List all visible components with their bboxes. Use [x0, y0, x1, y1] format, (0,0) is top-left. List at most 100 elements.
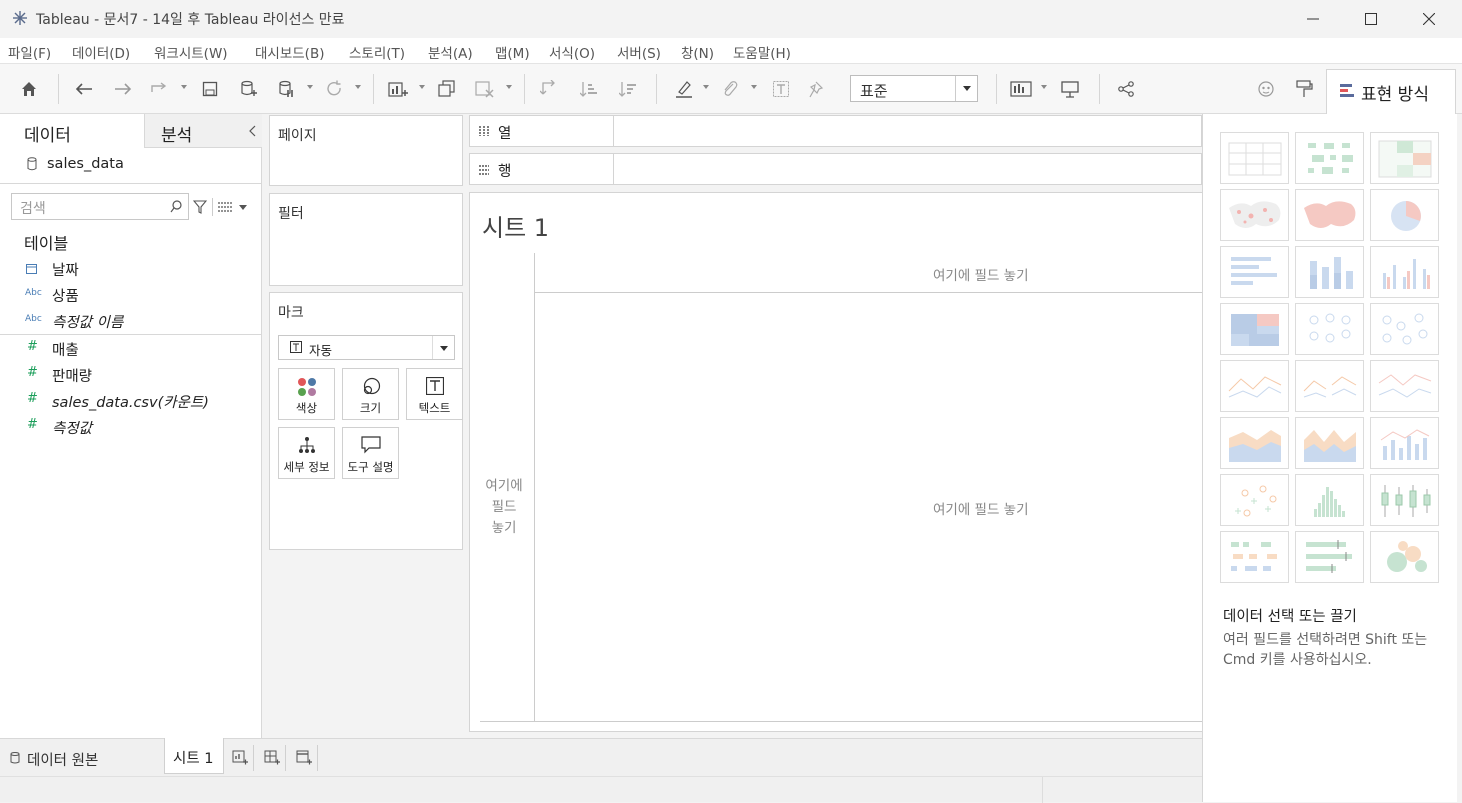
chart-area-discrete[interactable] — [1295, 417, 1364, 469]
drop-field-rows[interactable]: 여기에 필드 놓기 — [478, 476, 530, 539]
drop-field-center[interactable]: 여기에 필드 놓기 — [933, 498, 1029, 518]
rows-shelf[interactable]: 행 — [469, 153, 1202, 185]
field-count[interactable]: # sales_data.csv(카운트) — [0, 388, 262, 414]
chart-histogram[interactable] — [1295, 474, 1364, 526]
number-type-icon: # — [27, 339, 38, 354]
chart-heat-map[interactable] — [1295, 132, 1364, 184]
presentation-mode-button[interactable] — [1057, 77, 1083, 101]
menu-help[interactable]: 도움말(H) — [733, 42, 791, 62]
sheet-title[interactable]: 시트 1 — [482, 208, 549, 243]
group-members-button[interactable] — [717, 77, 743, 101]
mark-type-select[interactable]: 자동 — [278, 335, 455, 360]
refresh-button[interactable] — [321, 77, 347, 101]
minimize-button[interactable] — [1284, 0, 1342, 38]
chart-gantt[interactable] — [1220, 531, 1289, 583]
chart-circle-views[interactable] — [1295, 303, 1364, 355]
home-button[interactable] — [16, 77, 42, 101]
tab-analytics[interactable]: 분석 — [144, 114, 262, 148]
chart-treemap[interactable] — [1220, 303, 1289, 355]
chart-dual-combination[interactable] — [1370, 417, 1439, 469]
chart-area-continuous[interactable] — [1220, 417, 1289, 469]
field-sales[interactable]: # 매출 — [0, 336, 262, 362]
datasource-row[interactable]: sales_data — [0, 148, 262, 184]
menu-format[interactable]: 서식(O) — [549, 42, 595, 62]
chart-box-whisker[interactable] — [1370, 474, 1439, 526]
menu-window[interactable]: 창(N) — [681, 42, 714, 62]
swap-button[interactable] — [536, 77, 562, 101]
columns-shelf[interactable]: 열 — [469, 115, 1202, 147]
chart-highlight-table[interactable] — [1370, 132, 1439, 184]
sort-descending-button[interactable] — [615, 77, 641, 101]
new-worksheet-button[interactable] — [385, 77, 411, 101]
show-me-tab[interactable]: 표현 방식 — [1326, 69, 1456, 114]
clear-sheet-button[interactable] — [472, 77, 498, 101]
chart-scatter[interactable] — [1220, 474, 1289, 526]
menu-analysis[interactable]: 분석(A) — [428, 42, 473, 62]
close-button[interactable] — [1400, 0, 1458, 38]
menu-server[interactable]: 서버(S) — [617, 42, 661, 62]
tab-data[interactable]: 데이터 — [0, 114, 144, 148]
new-dashboard-tab-button[interactable] — [258, 745, 286, 771]
chart-pie[interactable] — [1370, 189, 1439, 241]
fit-select[interactable]: 표준 — [850, 75, 978, 102]
pages-card[interactable]: 페이지 — [269, 115, 463, 186]
ask-data-button[interactable] — [1253, 77, 1279, 101]
view-list-icon[interactable] — [218, 202, 232, 212]
title-bar: Tableau - 문서7 - 14일 후 Tableau 라이선스 만료 — [0, 0, 1462, 38]
menu-map[interactable]: 맵(M) — [495, 42, 530, 62]
size-button[interactable]: 크기 — [342, 368, 399, 420]
chart-dual-lines[interactable] — [1370, 360, 1439, 412]
filters-card[interactable]: 필터 — [269, 193, 463, 286]
chart-packed-bubbles[interactable] — [1370, 531, 1439, 583]
filter-icon[interactable] — [193, 200, 207, 214]
field-measure-values[interactable]: # 측정값 — [0, 414, 262, 440]
maximize-button[interactable] — [1342, 0, 1400, 38]
sort-ascending-button[interactable] — [576, 77, 602, 101]
drop-field-columns[interactable]: 여기에 필드 놓기 — [933, 264, 1029, 284]
field-product[interactable]: Abc 상품 — [0, 282, 262, 308]
search-input[interactable]: 검색 — [11, 193, 189, 220]
save-button[interactable] — [197, 77, 223, 101]
color-button[interactable]: 색상 — [278, 368, 335, 420]
new-story-tab-button[interactable] — [290, 745, 318, 771]
show-cards-button[interactable] — [1008, 77, 1034, 101]
string-type-icon: Abc — [25, 314, 42, 324]
redo-button[interactable] — [110, 77, 136, 101]
chevron-down-icon[interactable] — [239, 205, 247, 210]
chart-text-table[interactable] — [1220, 132, 1289, 184]
chart-side-by-side-bars[interactable] — [1370, 246, 1439, 298]
sheet-tab[interactable]: 시트 1 — [164, 738, 224, 774]
chart-lines-continuous[interactable] — [1220, 360, 1289, 412]
field-date[interactable]: 날짜 — [0, 256, 262, 282]
chart-bullet[interactable] — [1295, 531, 1364, 583]
duplicate-sheet-button[interactable] — [434, 77, 460, 101]
collapse-pane-icon[interactable] — [248, 125, 256, 137]
undo-button[interactable] — [71, 77, 97, 101]
new-datasource-button[interactable] — [235, 77, 261, 101]
field-quantity[interactable]: # 판매량 — [0, 362, 262, 388]
detail-button[interactable]: 세부 정보 — [278, 427, 335, 479]
label-button[interactable]: 텍스트 — [406, 368, 463, 420]
menu-file[interactable]: 파일(F) — [8, 42, 51, 62]
home-icon — [22, 82, 36, 96]
fix-axes-button[interactable] — [805, 77, 831, 101]
menu-worksheet[interactable]: 워크시트(W) — [154, 42, 228, 62]
chart-horizontal-bars[interactable] — [1220, 246, 1289, 298]
chart-side-by-side-circles[interactable] — [1370, 303, 1439, 355]
menu-story[interactable]: 스토리(T) — [349, 42, 405, 62]
chart-symbol-map[interactable] — [1220, 189, 1289, 241]
menu-dashboard[interactable]: 대시보드(B) — [255, 42, 324, 62]
share-button[interactable] — [1113, 77, 1139, 101]
show-mark-labels-button[interactable] — [768, 77, 794, 101]
tooltip-button[interactable]: 도구 설명 — [342, 427, 399, 479]
format-painter-button[interactable] — [1291, 77, 1317, 101]
replay-button[interactable] — [146, 77, 172, 101]
pause-updates-button[interactable] — [273, 77, 299, 101]
field-measure-names[interactable]: Abc 측정값 이름 — [0, 308, 262, 334]
chart-filled-map[interactable] — [1295, 189, 1364, 241]
chart-lines-discrete[interactable] — [1295, 360, 1364, 412]
chart-stacked-bars[interactable] — [1295, 246, 1364, 298]
new-worksheet-tab-button[interactable] — [226, 745, 254, 771]
menu-data[interactable]: 데이터(D) — [72, 42, 130, 62]
highlight-button[interactable] — [671, 77, 697, 101]
